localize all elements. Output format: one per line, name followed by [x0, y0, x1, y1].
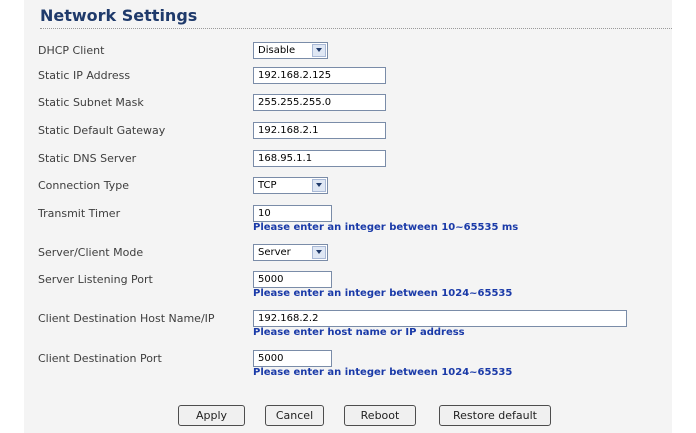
server-client-mode-value: Server: [258, 247, 291, 258]
page-title: Network Settings: [40, 6, 198, 25]
dhcp-client-select[interactable]: Disable: [253, 42, 328, 59]
static-ip-label: Static IP Address: [38, 69, 131, 82]
static-ip-input[interactable]: [253, 67, 386, 84]
apply-button[interactable]: Apply: [178, 405, 245, 426]
server-port-hint: Please enter an integer between 1024~655…: [253, 288, 513, 299]
connection-type-label: Connection Type: [38, 179, 130, 192]
chevron-down-icon[interactable]: [312, 44, 326, 57]
client-port-label: Client Destination Port: [38, 352, 162, 365]
connection-type-select[interactable]: TCP: [253, 177, 328, 194]
dhcp-client-label: DHCP Client: [38, 44, 105, 57]
server-client-mode-select[interactable]: Server: [253, 244, 328, 261]
server-port-input[interactable]: [253, 271, 332, 288]
gateway-label: Static Default Gateway: [38, 124, 166, 137]
cancel-button[interactable]: Cancel: [265, 405, 324, 426]
chevron-down-icon[interactable]: [312, 246, 326, 259]
connection-type-value: TCP: [258, 180, 277, 191]
restore-default-button[interactable]: Restore default: [439, 405, 551, 426]
gateway-input[interactable]: [253, 122, 386, 139]
transmit-timer-label: Transmit Timer: [38, 207, 121, 220]
dns-server-label: Static DNS Server: [38, 152, 137, 165]
dhcp-client-value: Disable: [258, 45, 296, 56]
subnet-mask-input[interactable]: [253, 94, 386, 111]
transmit-timer-input[interactable]: [253, 205, 332, 222]
server-client-mode-label: Server/Client Mode: [38, 246, 144, 259]
client-port-input[interactable]: [253, 350, 332, 367]
reboot-button[interactable]: Reboot: [344, 405, 416, 426]
dns-server-input[interactable]: [253, 150, 386, 167]
client-port-hint: Please enter an integer between 1024~655…: [253, 367, 513, 378]
client-host-label: Client Destination Host Name/IP: [38, 312, 215, 325]
transmit-timer-hint: Please enter an integer between 10~65535…: [253, 222, 519, 233]
title-divider: [40, 28, 672, 29]
client-host-input[interactable]: [253, 310, 627, 327]
subnet-mask-label: Static Subnet Mask: [38, 96, 144, 109]
server-port-label: Server Listening Port: [38, 273, 153, 286]
client-host-hint: Please enter host name or IP address: [253, 327, 465, 338]
chevron-down-icon[interactable]: [312, 179, 326, 192]
